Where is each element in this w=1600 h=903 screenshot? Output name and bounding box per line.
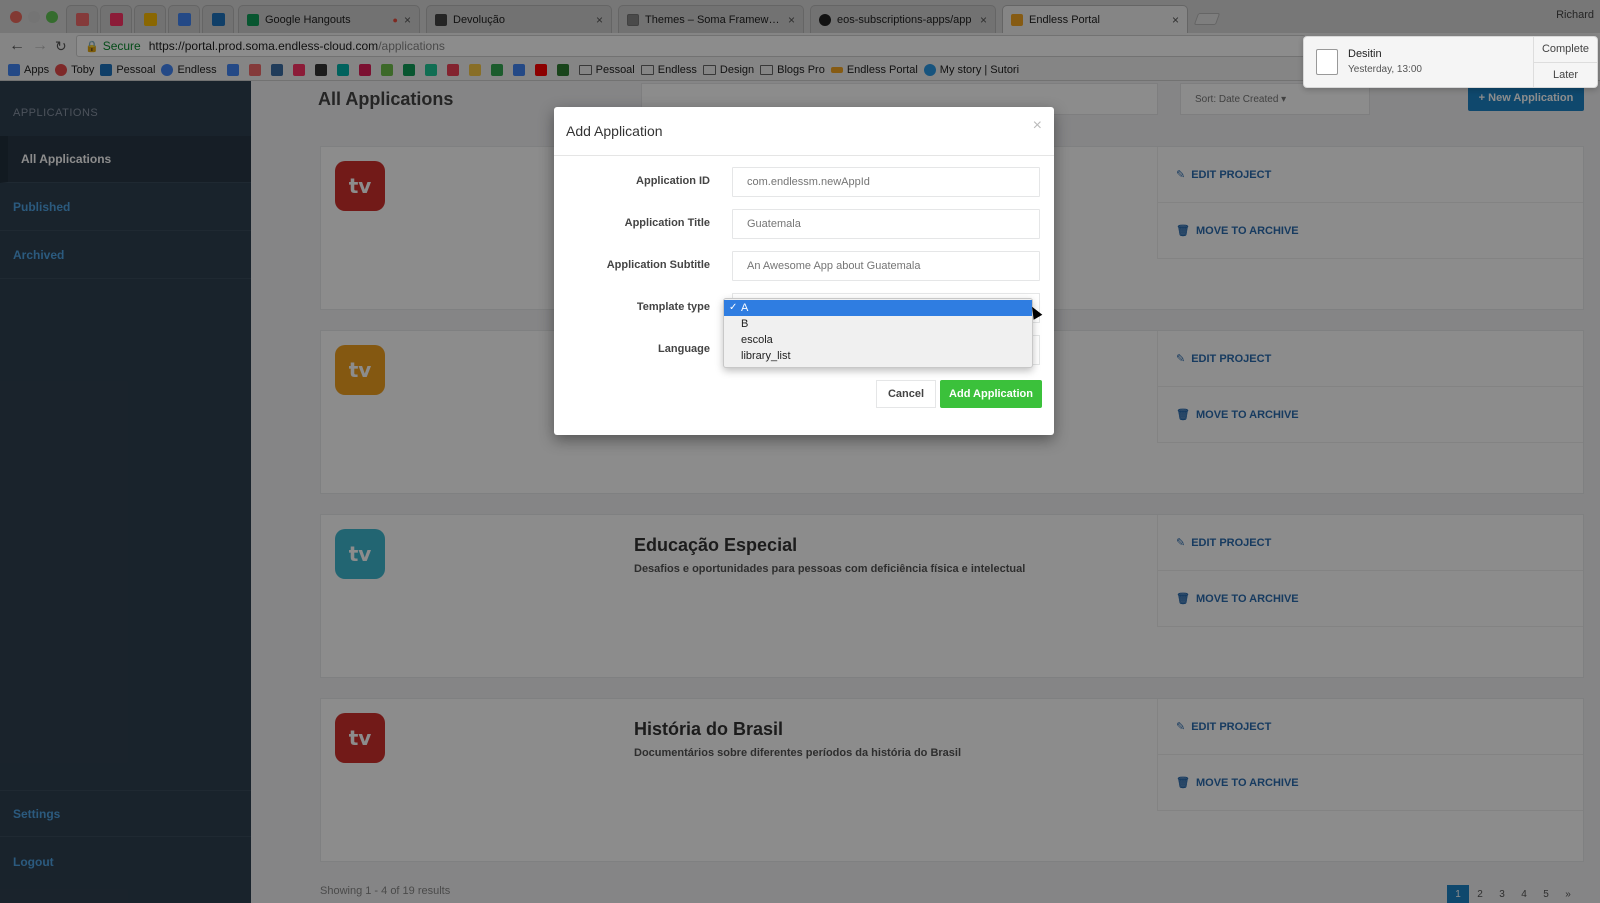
application-id-input[interactable] [732, 167, 1040, 197]
application-id-label: Application ID [636, 175, 710, 187]
template-option-escola[interactable]: escola [724, 332, 1032, 348]
option-label: A [741, 302, 749, 314]
template-type-label: Template type [636, 301, 710, 313]
reminder-icon [1316, 49, 1338, 75]
application-subtitle-row: Application Subtitle [554, 251, 1054, 281]
option-label: B [741, 318, 749, 330]
notification-body[interactable]: Desitin Yesterday, 13:00 [1348, 37, 1533, 87]
checkmark-icon: ✓ [729, 302, 738, 313]
system-notification: Desitin Yesterday, 13:00 Complete Later [1303, 36, 1598, 88]
cancel-button[interactable]: Cancel [876, 380, 936, 408]
option-label: escola [741, 334, 773, 346]
modal-title: Add Application [566, 123, 663, 139]
template-option-library-list[interactable]: library_list [724, 348, 1032, 364]
application-subtitle-label: Application Subtitle [606, 259, 710, 271]
complete-button[interactable]: Complete [1534, 37, 1597, 63]
add-application-modal: Add Application × Application ID Applica… [554, 107, 1054, 435]
later-button[interactable]: Later [1534, 63, 1597, 88]
close-icon[interactable]: × [1033, 117, 1042, 135]
notification-subtitle: Yesterday, 13:00 [1348, 64, 1422, 75]
application-title-input[interactable] [732, 209, 1040, 239]
language-label: Language [658, 343, 710, 355]
add-application-button[interactable]: Add Application [940, 380, 1042, 408]
application-title-row: Application Title [554, 209, 1054, 239]
application-id-row: Application ID [554, 167, 1054, 197]
application-subtitle-input[interactable] [732, 251, 1040, 281]
notification-actions: Complete Later [1533, 37, 1597, 87]
template-option-b[interactable]: B [724, 316, 1032, 332]
option-label: library_list [741, 350, 791, 362]
template-type-dropdown: ✓ A B escola library_list [723, 298, 1033, 368]
modal-header: Add Application × [554, 107, 1054, 156]
notification-title: Desitin [1348, 48, 1382, 60]
application-title-label: Application Title [624, 217, 710, 229]
template-option-a[interactable]: ✓ A [724, 300, 1032, 316]
